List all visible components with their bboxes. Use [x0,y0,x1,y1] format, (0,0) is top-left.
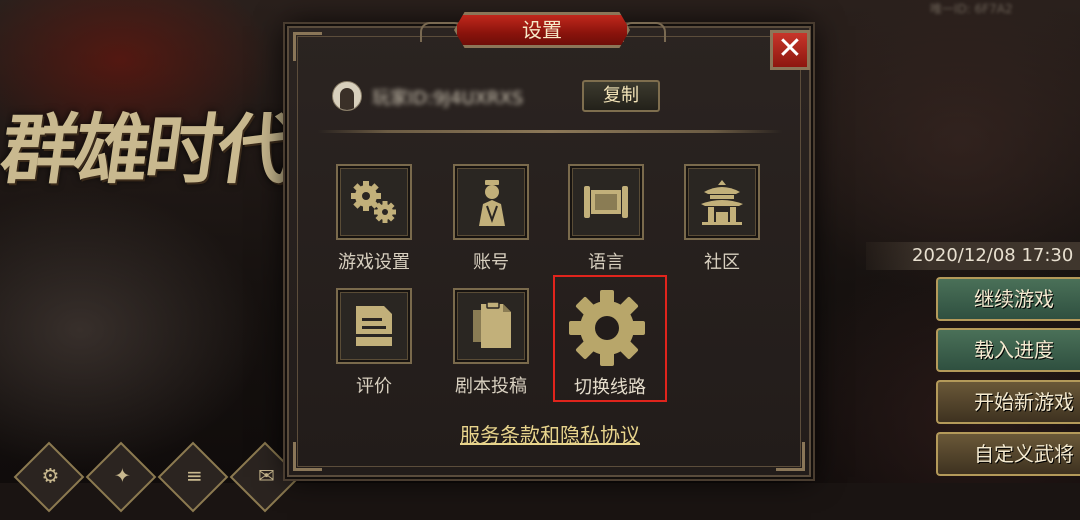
tile-label: 评价 [356,376,392,397]
account-icon [453,164,529,240]
account-id-text: 玩家ID:9J4UXRXS [372,88,524,109]
dialog-title: 设置 [454,12,630,48]
frame-corner [776,442,805,471]
gears-icon [336,164,412,240]
continue-game-button[interactable]: 继续游戏 [936,277,1080,321]
new-game-button[interactable]: 开始新游戏 [936,380,1080,424]
gear-icon[interactable]: ⚙ [13,441,85,513]
pavilion-icon [684,164,760,240]
frame-corner [293,32,322,61]
gear-icon[interactable] [565,286,649,370]
custom-general-button[interactable]: 自定义武将 [936,432,1080,476]
tile-label: 游戏设置 [338,252,410,273]
account-row: 玩家ID:9J4UXRXS 复制 [332,80,662,112]
shop-icon[interactable]: ✦ [85,441,157,513]
switch-route-label[interactable]: 切换线路 [553,373,667,399]
scroll-icon [568,164,644,240]
terms-privacy-link[interactable]: 服务条款和隐私协议 [440,419,660,448]
divider [318,130,782,133]
avatar [332,81,362,111]
bottom-toolbar: ⚙ ✦ ≡ ✉ [13,441,301,513]
rating-icon [336,288,412,364]
tile-label: 社区 [704,252,740,273]
load-progress-button[interactable]: 载入进度 [936,328,1080,372]
game-logo: 群雄时代 [0,105,297,194]
script-submit-icon [453,288,529,364]
background-id-text: 唯一ID: 6F7A2 [930,2,1013,14]
close-button[interactable]: ✕ [770,30,810,70]
frame-corner [293,442,322,471]
record-icon[interactable]: ≡ [157,441,229,513]
tile-label: 剧本投稿 [455,376,527,397]
datetime-bar: 2020/12/08 17:30 [866,242,1080,270]
copy-button[interactable]: 复制 [582,80,660,112]
